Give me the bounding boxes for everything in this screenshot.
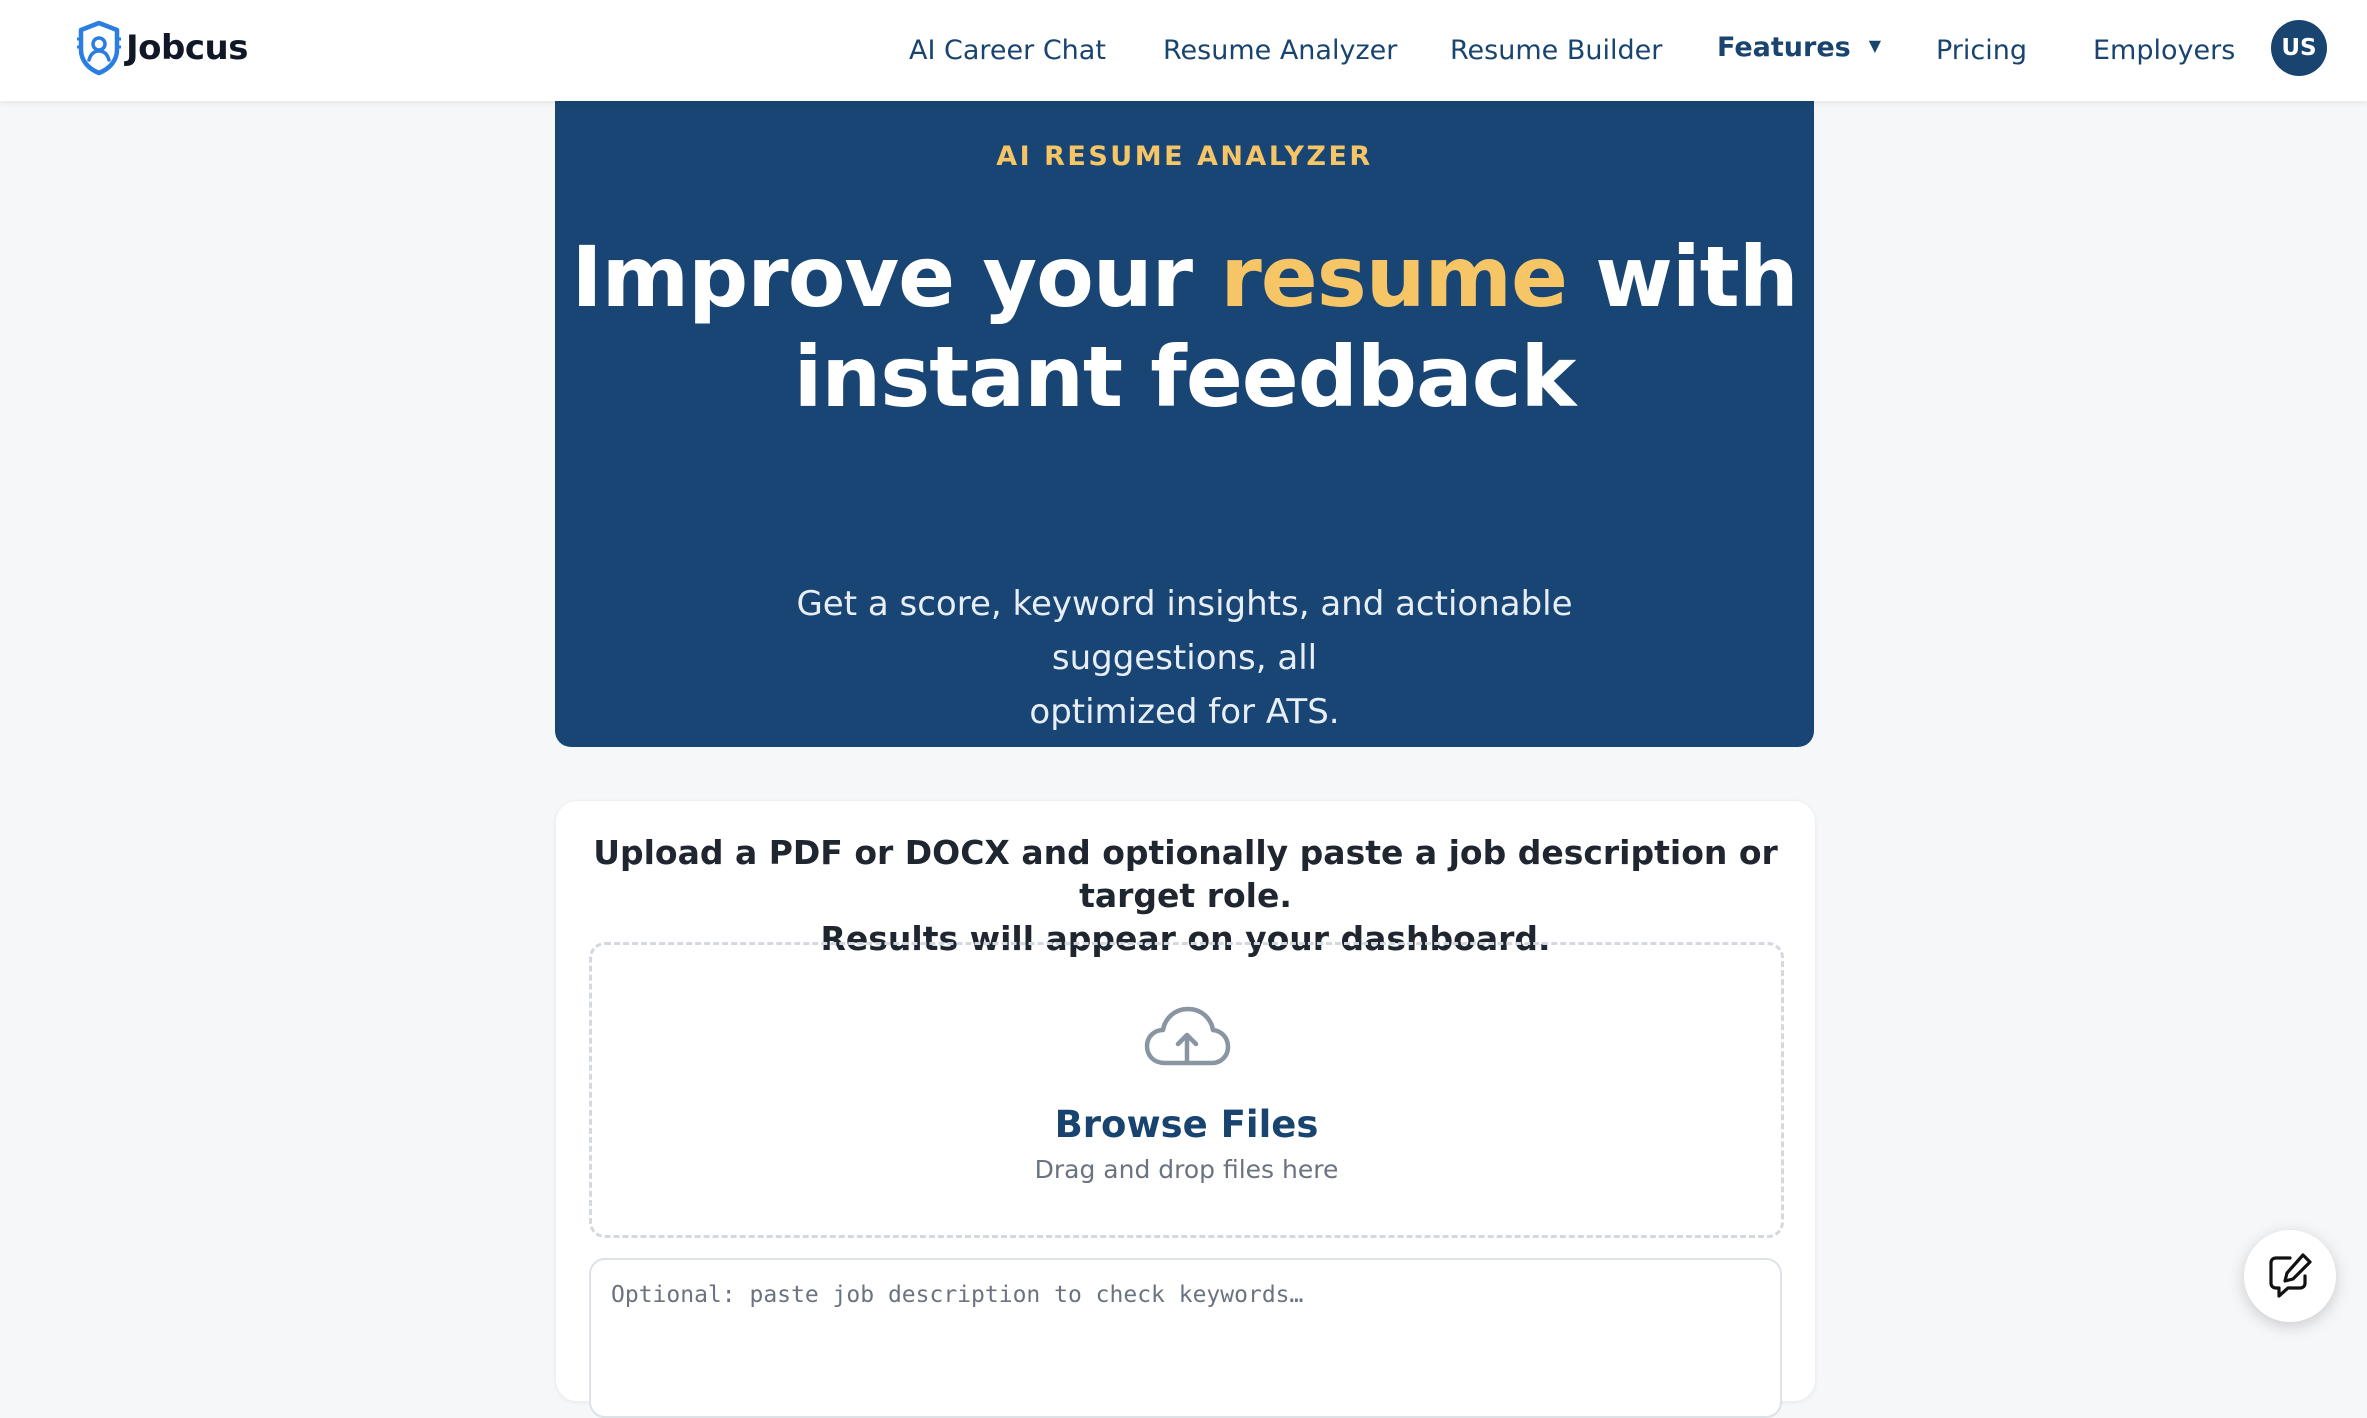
edit-feedback-icon	[2269, 1253, 2312, 1298]
nav-features-dropdown[interactable]: Features ▼	[1717, 27, 1881, 69]
upload-instructions: Upload a PDF or DOCX and optionally past…	[586, 831, 1785, 960]
caret-down-icon: ▼	[1868, 35, 1882, 55]
jobcus-shield-logo-icon	[77, 20, 121, 76]
hero-title-part1: Improve your	[571, 228, 1221, 326]
hero-banner: AI RESUME ANALYZER Improve your resume w…	[555, 101, 1814, 747]
feedback-button[interactable]	[2244, 1230, 2336, 1322]
nav-ai-career-chat[interactable]: AI Career Chat	[909, 30, 1106, 72]
job-description-input[interactable]	[589, 1258, 1782, 1418]
hero-subtitle: Get a score, keyword insights, and actio…	[685, 577, 1684, 739]
hero-subtitle-line1: Get a score, keyword insights, and actio…	[796, 584, 1573, 678]
hero-title: Improve your resume with instant feedbac…	[555, 227, 1814, 427]
browse-files-button[interactable]: Browse Files	[592, 1103, 1781, 1146]
nav-pricing[interactable]: Pricing	[1936, 30, 2027, 72]
cloud-upload-icon	[1144, 1006, 1231, 1066]
upload-card: Upload a PDF or DOCX and optionally past…	[555, 800, 1816, 1418]
brand-name: Jobcus	[126, 28, 248, 68]
file-dropzone[interactable]: Browse Files Drag and drop files here	[589, 942, 1784, 1238]
hero-title-part2: with	[1567, 228, 1798, 326]
drag-drop-hint: Drag and drop files here	[1034, 1155, 1339, 1184]
nav-resume-analyzer[interactable]: Resume Analyzer	[1163, 30, 1397, 72]
brand-link[interactable]: Jobcus	[76, 18, 248, 78]
top-navigation-bar: Jobcus AI Career Chat Resume Analyzer Re…	[0, 0, 2367, 101]
upload-instructions-line1: Upload a PDF or DOCX and optionally past…	[593, 833, 1778, 915]
nav-features-label: Features	[1717, 32, 1851, 63]
hero-title-accent: resume	[1220, 228, 1568, 326]
nav-resume-builder[interactable]: Resume Builder	[1450, 30, 1662, 72]
user-avatar[interactable]: US	[2271, 20, 2327, 76]
hero-title-line2: instant feedback	[793, 328, 1577, 426]
hero-eyebrow: AI RESUME ANALYZER	[996, 141, 1373, 172]
hero-subtitle-line2: optimized for ATS.	[1029, 692, 1340, 732]
nav-employers[interactable]: Employers	[2093, 30, 2235, 72]
